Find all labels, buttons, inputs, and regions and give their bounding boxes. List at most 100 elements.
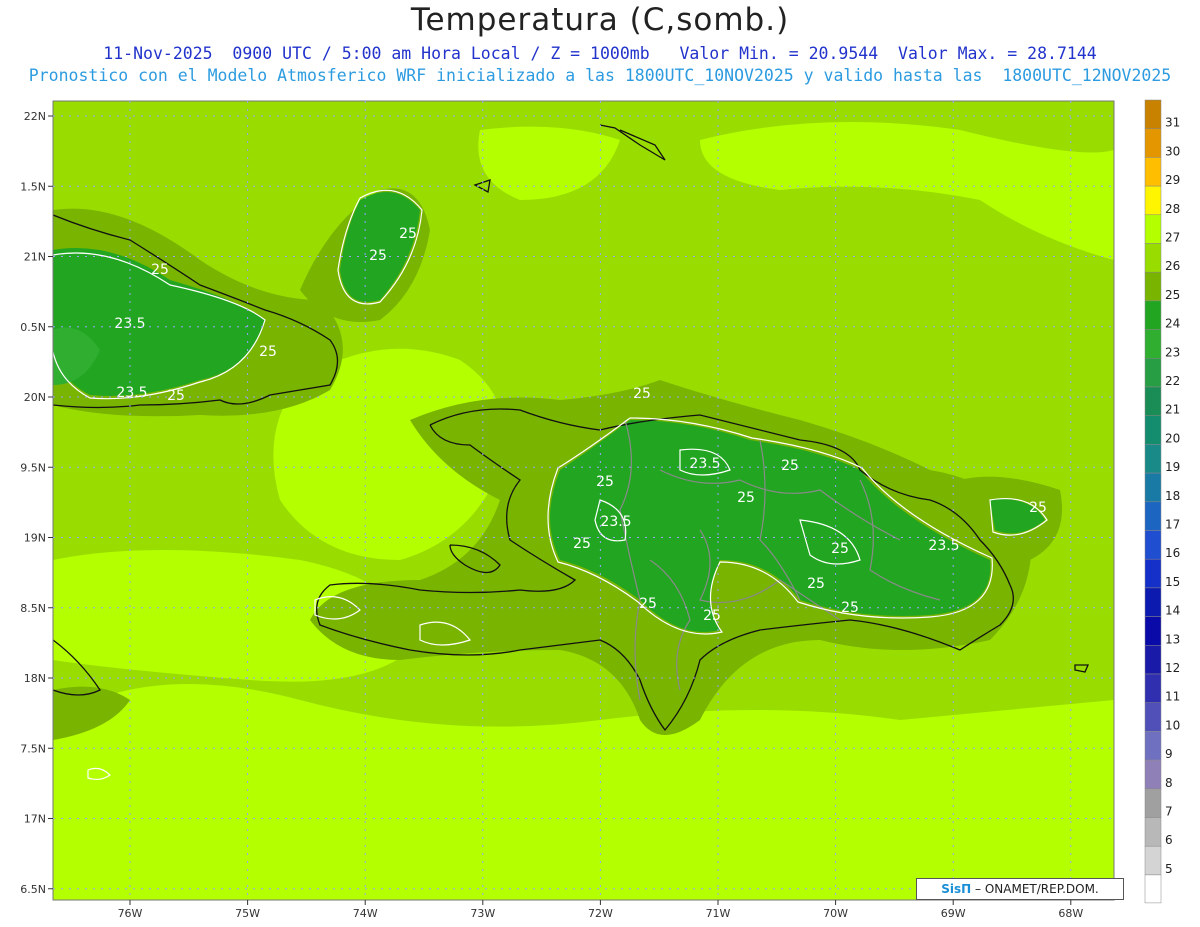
lat-tick-label: 20N: [24, 391, 46, 404]
colorbar-swatch: [1144, 645, 1162, 675]
colorbar-label: 27: [1165, 231, 1180, 245]
colorbar-swatch: [1144, 386, 1162, 416]
contour-label: 23.5: [928, 538, 959, 554]
colorbar-swatch: [1144, 702, 1162, 732]
contour-label: 25: [781, 458, 799, 474]
lat-tick-label: 22N: [24, 110, 46, 123]
lat-tick-label: 0.5N: [20, 321, 46, 334]
colorbar-swatch: [1144, 300, 1162, 330]
colorbar-label: 6: [1165, 833, 1173, 847]
contour-label: 25: [151, 262, 169, 278]
colorbar-label: 7: [1165, 805, 1173, 819]
colorbar-label: 18: [1165, 489, 1180, 503]
colorbar-swatch: [1144, 587, 1162, 617]
colorbar-label: 25: [1165, 288, 1180, 302]
contour-label: 25: [841, 600, 859, 616]
colorbar-label: 19: [1165, 460, 1180, 474]
colorbar-swatch: [1144, 501, 1162, 531]
contour-label: 25: [573, 536, 591, 552]
colorbar-swatch: [1144, 358, 1162, 388]
contour-label: 25: [596, 474, 614, 490]
lat-tick-label: 21N: [24, 251, 46, 264]
colorbar-label: 11: [1165, 690, 1180, 704]
lat-tick-label: 7.5N: [20, 742, 46, 755]
contour-label: 25: [1029, 500, 1047, 516]
colorbar-swatch: [1144, 128, 1162, 158]
lat-tick-label: 19N: [24, 532, 46, 545]
contour-label: 25: [639, 596, 657, 612]
map-plot-area: 25252523.52523.5 25 2523.5 25252523.525 25 23…: [53, 101, 1114, 900]
sispi-logo: SisΠ: [941, 882, 972, 896]
lon-tick-label: 72W: [588, 907, 613, 920]
lat-tick-label: 1.5N: [20, 180, 46, 193]
colorbar-swatch: [1144, 214, 1162, 244]
colorbar-label: 8: [1165, 776, 1173, 790]
lat-tick-label: 17N: [24, 813, 46, 826]
colorbar-label: 29: [1165, 173, 1180, 187]
colorbar-label: 30: [1165, 144, 1180, 158]
contour-label: 23.5: [689, 456, 720, 472]
contour-label: 23.5: [600, 514, 631, 530]
colorbar-label: 28: [1165, 202, 1180, 216]
colorbar-swatch: [1144, 271, 1162, 302]
lat-tick-label: 9.5N: [20, 461, 46, 474]
colorbar-swatch: [1144, 788, 1162, 818]
colorbar-label: 31: [1165, 116, 1180, 130]
lon-tick-label: 73W: [470, 907, 495, 920]
contour-label: 25: [737, 490, 755, 506]
contour-label: 25: [259, 344, 277, 360]
colorbar-label: 9: [1165, 747, 1173, 761]
lon-tick-label: 76W: [118, 907, 143, 920]
colorbar-swatch: [1144, 673, 1162, 703]
colorbar-swatch: [1144, 444, 1162, 474]
colorbar-swatch: [1144, 243, 1162, 273]
colorbar-label: 15: [1165, 575, 1180, 589]
colorbar-swatch: [1144, 329, 1162, 359]
contour-label: 25: [167, 388, 185, 404]
colorbar-swatch: [1144, 817, 1162, 847]
colorbar-label: 10: [1165, 718, 1180, 732]
contour-label: 25: [831, 541, 849, 557]
colorbar-label: 26: [1165, 259, 1180, 273]
temperature-colorbar: 31 30 29 28 27 26 25 24 23 22 21 20 19 18 17 16 15 14 13 12…: [1144, 99, 1180, 904]
lon-tick-label: 68W: [1058, 907, 1083, 920]
colorbar-swatch: [1144, 558, 1162, 589]
lat-tick-label: 6.5N: [20, 883, 46, 896]
colorbar-swatch: [1144, 415, 1162, 445]
colorbar-label: 13: [1165, 632, 1180, 646]
colorbar-swatch: [1144, 845, 1162, 876]
colorbar-swatch: [1144, 99, 1162, 129]
lon-tick-label: 75W: [235, 907, 260, 920]
colorbar-label: 23: [1165, 345, 1180, 359]
lon-tick-label: 70W: [823, 907, 848, 920]
colorbar-swatch: [1144, 472, 1162, 503]
colorbar-label: 20: [1165, 431, 1180, 445]
colorbar-swatch: [1144, 157, 1162, 187]
contour-label: 25: [633, 386, 651, 402]
lat-tick-label: 8.5N: [20, 602, 46, 615]
contour-label: 23.5: [116, 385, 147, 401]
colorbar-label: 14: [1165, 604, 1180, 618]
colorbar-swatch: [1144, 616, 1162, 646]
colorbar-swatch: [1144, 530, 1162, 560]
colorbar-label: 22: [1165, 374, 1180, 388]
colorbar-label: 17: [1165, 518, 1180, 532]
contour-label: 25: [399, 226, 417, 242]
colorbar-label: 5: [1165, 862, 1173, 876]
lon-tick-label: 74W: [353, 907, 378, 920]
colorbar-label: 21: [1165, 403, 1180, 417]
lat-tick-label: 18N: [24, 672, 46, 685]
colorbar-swatch: [1144, 759, 1162, 790]
temperature-map: 25 25 25 23.5 25 23.5 25 25 23.5 25 25 25 23.5 25 25 23…: [20, 99, 1180, 920]
colorbar-label: 12: [1165, 661, 1180, 675]
contour-label: 25: [807, 576, 825, 592]
colorbar-swatch: [1144, 185, 1162, 216]
colorbar-label: 16: [1165, 546, 1180, 560]
credit-box: SisΠ – ONAMET/REP.DOM.: [916, 878, 1124, 900]
colorbar-swatch-below: [1144, 874, 1162, 904]
lon-tick-label: 69W: [941, 907, 966, 920]
colorbar-swatch: [1144, 731, 1162, 761]
lon-tick-label: 71W: [706, 907, 731, 920]
credit-text: – ONAMET/REP.DOM.: [975, 882, 1099, 896]
contour-label: 25: [369, 248, 387, 264]
